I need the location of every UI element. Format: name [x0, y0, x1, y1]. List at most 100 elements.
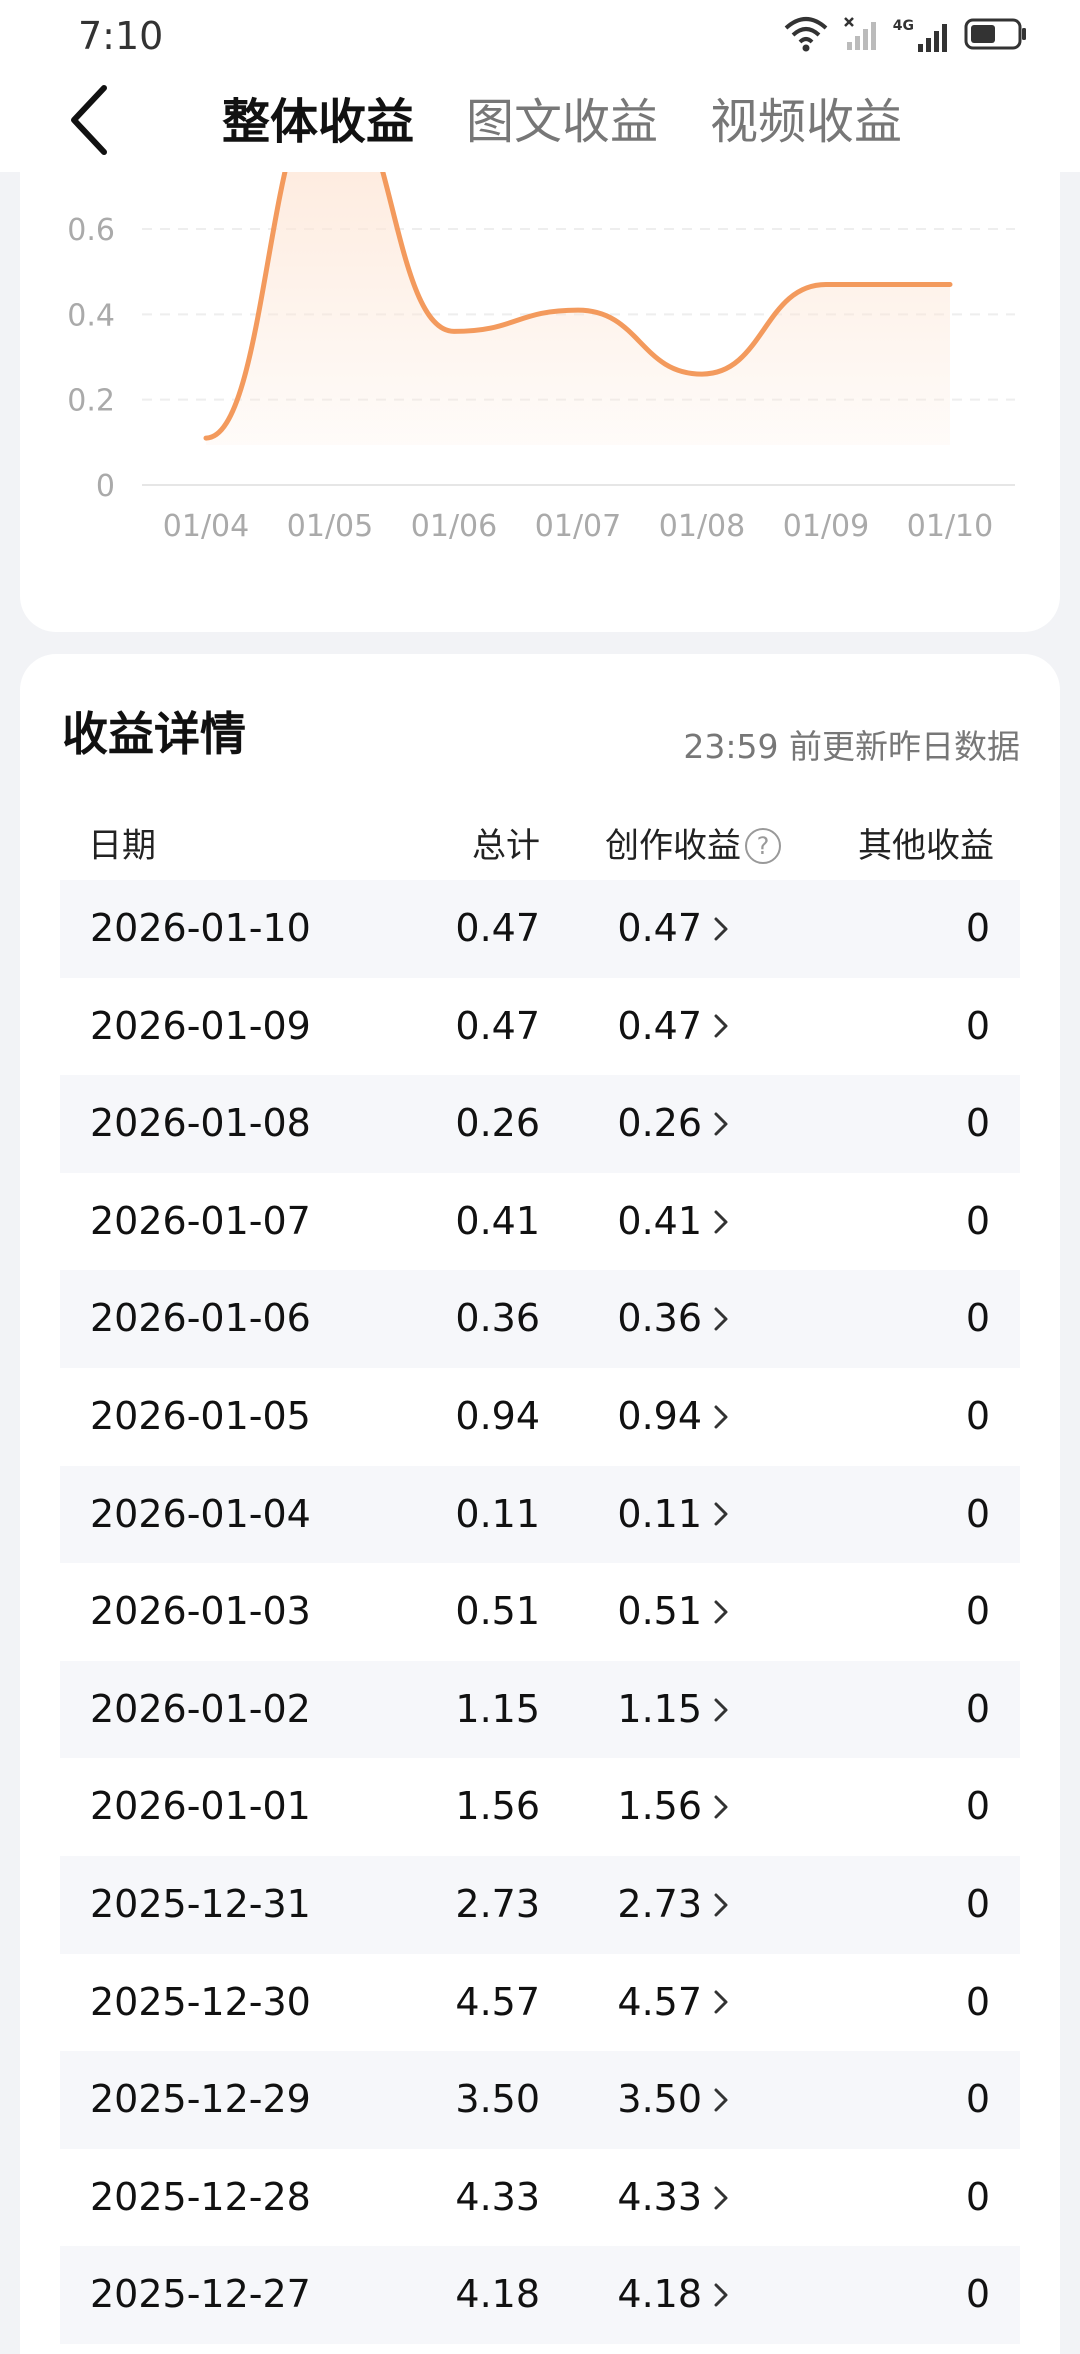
row-total: 0.11 [455, 1491, 540, 1536]
row-creation-value: 4.33 [617, 2174, 702, 2219]
row-date: 2026-01-07 [90, 1198, 311, 1243]
row-date: 2025-12-27 [90, 2272, 311, 2317]
row-creation[interactable]: 0.26 [617, 1075, 730, 1173]
table-row[interactable]: 2026-01-04 0.11 0.11 0 [60, 1465, 1020, 1564]
y-tick-label: 0.6 [67, 213, 115, 248]
chevron-right-icon [712, 2184, 730, 2212]
row-creation[interactable]: 4.18 [617, 2246, 730, 2344]
row-creation[interactable]: 3.50 [617, 2051, 730, 2149]
chevron-right-icon [712, 1403, 730, 1431]
status-icons: 4G [783, 16, 1028, 56]
table-row[interactable]: 2026-01-10 0.47 0.47 0 [60, 880, 1020, 978]
row-creation[interactable]: 4.57 [617, 1954, 730, 2052]
row-total: 2.73 [455, 1881, 540, 1926]
row-creation[interactable]: 0.36 [617, 1270, 730, 1368]
row-other: 0 [965, 1686, 990, 1731]
table-row[interactable]: 2026-01-05 0.94 0.94 0 [60, 1368, 1020, 1466]
row-date: 2026-01-10 [90, 906, 311, 950]
row-other: 0 [965, 1393, 990, 1438]
y-tick-label: 0.4 [67, 298, 115, 333]
row-creation[interactable]: 0.11 [617, 1466, 730, 1564]
row-other: 0 [965, 1003, 990, 1048]
earnings-chart-card: 0 0.2 0.4 0.6 01/04 01/05 01/06 01/07 01/08 01/09… [20, 172, 1060, 632]
tab-video-earnings[interactable]: 视频收益 [710, 82, 902, 162]
row-other: 0 [965, 1589, 990, 1634]
row-creation-value: 0.41 [617, 1198, 702, 1243]
table-row[interactable]: 2025-12-29 3.50 3.50 0 [60, 2051, 1020, 2149]
table-row[interactable]: 2026-01-01 1.56 1.56 0 [60, 1758, 1020, 1856]
y-tick-label: 0 [96, 469, 115, 504]
back-button[interactable] [48, 72, 128, 172]
table-row[interactable]: 2026-01-02 1.15 1.15 0 [60, 1660, 1020, 1759]
chevron-right-icon [712, 1305, 730, 1333]
row-creation[interactable]: 0.51 [617, 1563, 730, 1661]
chevron-right-icon [712, 1012, 730, 1040]
row-creation[interactable]: 0.47 [617, 880, 730, 978]
row-creation-value: 0.51 [617, 1589, 702, 1634]
chevron-right-icon [712, 1793, 730, 1821]
row-date: 2026-01-06 [90, 1296, 311, 1341]
detail-title: 收益详情 [62, 707, 246, 761]
row-creation-value: 1.15 [617, 1686, 702, 1731]
chevron-right-icon [712, 2281, 730, 2309]
x-tick-label: 01/10 [907, 509, 993, 544]
row-total: 0.26 [455, 1101, 540, 1146]
earnings-table: 2026-01-10 0.47 0.47 0 2026-01-09 0.47 0.47 0 20… [60, 880, 1020, 2344]
row-total: 0.47 [455, 1003, 540, 1048]
row-creation[interactable]: 1.56 [617, 1758, 730, 1856]
table-row[interactable]: 2025-12-27 4.18 4.18 0 [60, 2246, 1020, 2344]
row-creation-value: 3.50 [617, 2077, 702, 2122]
row-total: 0.36 [455, 1296, 540, 1341]
row-date: 2026-01-08 [90, 1101, 311, 1146]
row-total: 0.94 [455, 1393, 540, 1438]
row-creation[interactable]: 1.15 [617, 1661, 730, 1759]
x-tick-label: 01/09 [783, 509, 869, 544]
chevron-right-icon [712, 1988, 730, 2016]
row-other: 0 [965, 2272, 990, 2317]
chevron-right-icon [712, 1891, 730, 1919]
row-other: 0 [965, 1296, 990, 1341]
row-total: 4.33 [455, 2174, 540, 2219]
y-tick-label: 0.2 [67, 384, 115, 419]
x-tick-label: 01/05 [287, 509, 373, 544]
header-creation-label: 创作收益 [605, 826, 741, 866]
status-time: 7:10 [78, 14, 164, 58]
row-creation[interactable]: 2.73 [617, 1856, 730, 1954]
row-creation[interactable]: 0.41 [617, 1173, 730, 1271]
x-tick-label: 01/06 [411, 509, 497, 544]
chevron-right-icon [712, 1598, 730, 1626]
table-row[interactable]: 2026-01-09 0.47 0.47 0 [60, 978, 1020, 1076]
row-other: 0 [965, 2174, 990, 2219]
table-row[interactable]: 2025-12-31 2.73 2.73 0 [60, 1855, 1020, 1954]
question-circle-icon[interactable]: ? [745, 828, 781, 864]
earnings-detail-card: 收益详情 23:59 前更新昨日数据 日期 总计 创作收益 ? 其他收益 202… [20, 654, 1060, 2354]
x-tick-label: 01/08 [659, 509, 745, 544]
x-tick-label: 01/07 [535, 509, 621, 544]
row-total: 3.50 [455, 2077, 540, 2122]
row-date: 2026-01-04 [90, 1491, 311, 1536]
table-row[interactable]: 2025-12-28 4.33 4.33 0 [60, 2149, 1020, 2247]
table-row[interactable]: 2026-01-07 0.41 0.41 0 [60, 1173, 1020, 1271]
header-creation: 创作收益 ? [605, 804, 781, 888]
row-creation-value: 0.26 [617, 1101, 702, 1146]
tab-article-earnings[interactable]: 图文收益 [466, 82, 658, 162]
row-date: 2026-01-03 [90, 1589, 311, 1634]
row-creation-value: 0.11 [617, 1491, 702, 1536]
row-creation-value: 0.47 [617, 906, 702, 950]
row-creation[interactable]: 0.94 [617, 1368, 730, 1466]
row-total: 0.41 [455, 1198, 540, 1243]
row-date: 2026-01-05 [90, 1393, 311, 1438]
table-row[interactable]: 2026-01-06 0.36 0.36 0 [60, 1270, 1020, 1368]
x-tick-label: 01/04 [163, 509, 249, 544]
tab-overall-earnings[interactable]: 整体收益 [222, 82, 414, 162]
table-row[interactable]: 2025-12-30 4.57 4.57 0 [60, 1954, 1020, 2052]
header-total: 总计 [472, 826, 540, 866]
table-row[interactable]: 2026-01-08 0.26 0.26 0 [60, 1075, 1020, 1173]
table-row[interactable]: 2026-01-03 0.51 0.51 0 [60, 1563, 1020, 1661]
row-creation[interactable]: 0.47 [617, 978, 730, 1076]
row-creation[interactable]: 4.33 [617, 2149, 730, 2247]
row-creation-value: 1.56 [617, 1784, 702, 1829]
row-other: 0 [965, 1784, 990, 1829]
row-creation-value: 4.57 [617, 1979, 702, 2024]
row-date: 2025-12-31 [90, 1881, 311, 1926]
